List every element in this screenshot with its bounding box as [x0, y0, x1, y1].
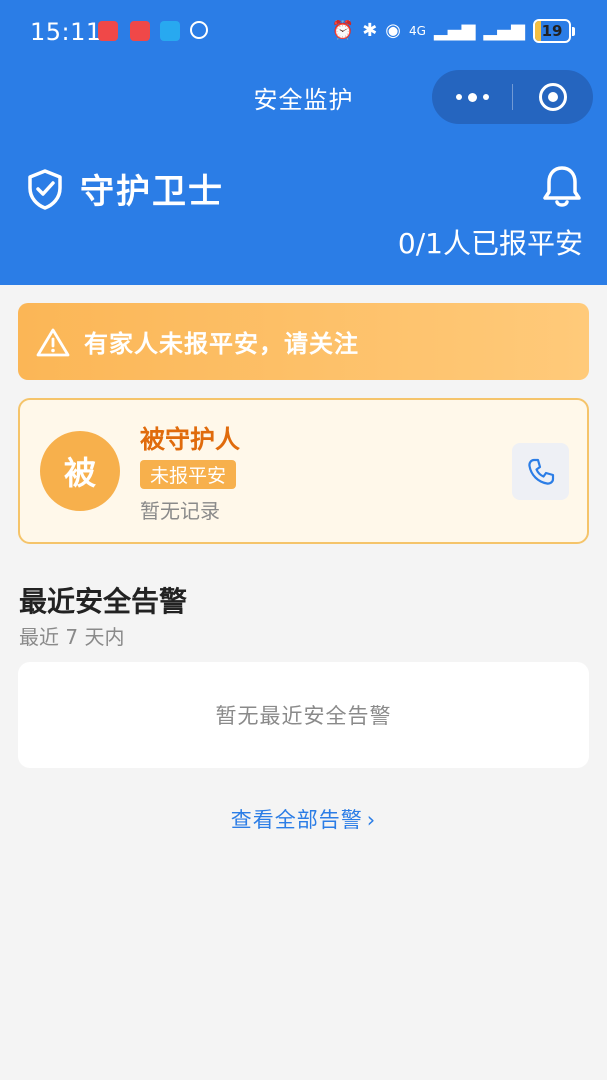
close-miniprogram-button[interactable] [539, 83, 567, 111]
shield-check-icon [28, 168, 62, 210]
status-icons: ⏰ ✱ ◉ 4G ▂▄▆ ▂▄▆ 19 [332, 18, 575, 44]
missed-call-icon [98, 21, 118, 41]
chevron-right-icon: › [366, 808, 377, 832]
view-all-alerts-link[interactable]: 查看全部告警 › [0, 804, 607, 834]
phone-icon [527, 458, 554, 485]
recent-alerts-list: 暂无最近安全告警 [18, 662, 589, 768]
alarm-icon: ⏰ [331, 20, 355, 41]
person-name: 被守护人 [140, 425, 241, 454]
bell-icon[interactable] [540, 164, 584, 210]
bluetooth-icon: ✱ [362, 20, 378, 41]
app-title-row: 守护卫士 [26, 164, 224, 213]
status-badge: 未报平安 [140, 460, 237, 489]
section-subtitle: 最近 7 天内 [19, 625, 125, 649]
wifi-icon: ◉ [385, 20, 401, 41]
header: 15:11 ⏰ ✱ ◉ 4G ▂▄▆ ▂▄▆ 19 安全监护 守护卫士 0/1人… [0, 0, 607, 285]
battery-level: 19 [541, 22, 563, 40]
person-record: 暂无记录 [140, 499, 220, 523]
empty-state-text: 暂无最近安全告警 [215, 704, 392, 728]
status-time: 15:11 [30, 18, 102, 46]
avatar: 被 [40, 431, 120, 511]
protected-person-card[interactable]: 被 被守护人 未报平安 暂无记录 [18, 398, 589, 544]
call-button[interactable] [512, 443, 569, 500]
alert-banner-text: 有家人未报平安，请关注 [84, 330, 359, 358]
network-type-label: 4G [409, 24, 426, 38]
report-summary: 0/1人已报平安 [397, 227, 583, 260]
hotspot-icon [190, 21, 208, 39]
more-button[interactable] [432, 70, 512, 124]
view-all-label: 查看全部告警 [230, 808, 363, 832]
message-icon [160, 21, 180, 41]
section-title: 最近安全告警 [19, 585, 188, 618]
warning-icon [36, 328, 70, 356]
alert-banner: 有家人未报平安，请关注 [18, 303, 589, 380]
status-bar: 15:11 ⏰ ✱ ◉ 4G ▂▄▆ ▂▄▆ 19 [0, 0, 607, 64]
signal-icon-2: ▂▄▆ [483, 20, 525, 41]
more-dots-icon [455, 94, 462, 100]
miniprogram-capsule [432, 70, 593, 124]
app-notification-icon [130, 21, 150, 41]
battery-icon: 19 [533, 19, 575, 43]
app-title: 守护卫士 [80, 172, 224, 212]
signal-icon: ▂▄▆ [433, 20, 476, 41]
